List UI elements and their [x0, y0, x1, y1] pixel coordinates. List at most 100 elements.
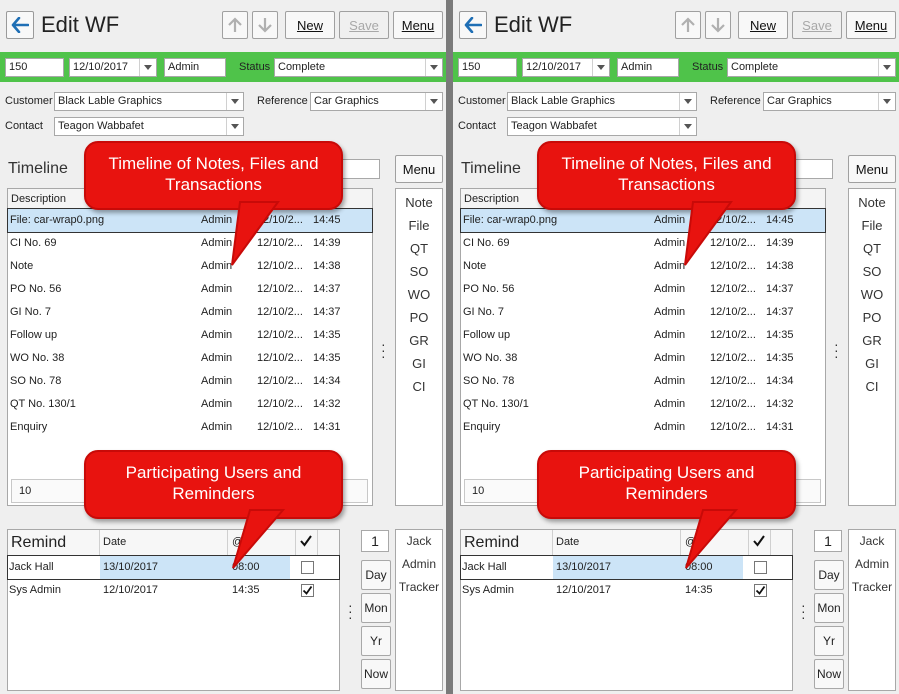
add-note-button[interactable]: Note [396, 195, 442, 210]
chevron-down-icon[interactable] [425, 93, 442, 110]
new-button[interactable]: New [285, 11, 335, 39]
table-row[interactable]: Jack Hall 13/10/2017 08:00 [7, 555, 340, 580]
chevron-down-icon[interactable] [878, 59, 895, 76]
add-qt-button[interactable]: QT [396, 241, 442, 256]
date-field[interactable]: 12/10/2017 [69, 58, 157, 77]
chevron-down-icon[interactable] [226, 93, 243, 110]
add-gi-button[interactable]: GI [396, 356, 442, 371]
table-row[interactable]: Sys Admin 12/10/2017 14:35 [8, 579, 339, 602]
chevron-down-icon[interactable] [592, 59, 609, 76]
table-row[interactable]: WO No. 38 Admin 12/10/2... 14:35 [8, 347, 372, 370]
move-up-button[interactable] [222, 11, 248, 39]
reference-select[interactable]: Car Graphics [763, 92, 896, 111]
table-row[interactable]: WO No. 38 Admin 12/10/2... 14:35 [461, 347, 825, 370]
table-row[interactable]: GI No. 7 Admin 12/10/2... 14:37 [461, 301, 825, 324]
participant-item[interactable]: Tracker [849, 580, 895, 594]
table-row[interactable]: Enquiry Admin 12/10/2... 14:31 [8, 416, 372, 439]
table-row[interactable]: CI No. 69 Admin 12/10/2... 14:39 [461, 232, 825, 255]
user-field[interactable]: Admin [617, 58, 679, 77]
column-header-description[interactable]: Description [11, 193, 66, 205]
back-button[interactable] [6, 11, 34, 39]
contact-select[interactable]: Teagon Wabbafet [54, 117, 244, 136]
reference-select[interactable]: Car Graphics [310, 92, 443, 111]
timeline-menu-button[interactable]: Menu [395, 155, 443, 183]
table-row[interactable]: Jack Hall 13/10/2017 08:00 [460, 555, 793, 580]
participant-item[interactable]: Jack [396, 534, 442, 548]
table-row[interactable]: Enquiry Admin 12/10/2... 14:31 [461, 416, 825, 439]
column-header-date[interactable]: Date [103, 536, 126, 548]
add-file-button[interactable]: File [849, 218, 895, 233]
yr-button[interactable]: Yr [814, 626, 844, 656]
reminder-counter[interactable]: 1 [361, 530, 389, 552]
table-row[interactable]: GI No. 7 Admin 12/10/2... 14:37 [8, 301, 372, 324]
add-so-button[interactable]: SO [849, 264, 895, 279]
participant-item[interactable]: Tracker [396, 580, 442, 594]
add-note-button[interactable]: Note [849, 195, 895, 210]
date-field[interactable]: 12/10/2017 [522, 58, 610, 77]
add-gr-button[interactable]: GR [849, 333, 895, 348]
status-select[interactable]: Complete [274, 58, 443, 77]
timeline-menu-button[interactable]: Menu [848, 155, 896, 183]
table-row[interactable]: Follow up Admin 12/10/2... 14:35 [8, 324, 372, 347]
day-button[interactable]: Day [814, 560, 844, 590]
move-up-button[interactable] [675, 11, 701, 39]
participant-item[interactable]: Jack [849, 534, 895, 548]
add-wo-button[interactable]: WO [396, 287, 442, 302]
table-row[interactable]: QT No. 130/1 Admin 12/10/2... 14:32 [461, 393, 825, 416]
table-row[interactable]: Follow up Admin 12/10/2... 14:35 [461, 324, 825, 347]
chevron-down-icon[interactable] [679, 93, 696, 110]
column-header-description[interactable]: Description [464, 193, 519, 205]
save-button[interactable]: Save [339, 11, 389, 39]
mon-button[interactable]: Mon [814, 593, 844, 623]
table-row[interactable]: Note Admin 12/10/2... 14:38 [461, 255, 825, 278]
add-po-button[interactable]: PO [849, 310, 895, 325]
new-button[interactable]: New [738, 11, 788, 39]
add-ci-button[interactable]: CI [396, 379, 442, 394]
add-file-button[interactable]: File [396, 218, 442, 233]
add-qt-button[interactable]: QT [849, 241, 895, 256]
add-gi-button[interactable]: GI [849, 356, 895, 371]
reminder-checkbox[interactable] [754, 561, 767, 574]
table-row[interactable]: PO No. 56 Admin 12/10/2... 14:37 [461, 278, 825, 301]
now-button[interactable]: Now [814, 659, 844, 689]
table-row[interactable]: SO No. 78 Admin 12/10/2... 14:34 [461, 370, 825, 393]
chevron-down-icon[interactable] [679, 118, 696, 135]
column-header-date[interactable]: Date [556, 536, 579, 548]
contact-select[interactable]: Teagon Wabbafet [507, 117, 697, 136]
add-po-button[interactable]: PO [396, 310, 442, 325]
move-down-button[interactable] [252, 11, 278, 39]
chevron-down-icon[interactable] [878, 93, 895, 110]
menu-button[interactable]: Menu [846, 11, 896, 39]
day-button[interactable]: Day [361, 560, 391, 590]
table-row[interactable]: PO No. 56 Admin 12/10/2... 14:37 [8, 278, 372, 301]
back-button[interactable] [459, 11, 487, 39]
reminder-checkbox[interactable] [301, 584, 314, 597]
menu-button[interactable]: Menu [393, 11, 443, 39]
add-so-button[interactable]: SO [396, 264, 442, 279]
user-field[interactable]: Admin [164, 58, 226, 77]
table-row[interactable]: SO No. 78 Admin 12/10/2... 14:34 [8, 370, 372, 393]
table-row[interactable]: File: car-wrap0.png Admin 12/10/2... 14:45 [7, 208, 373, 233]
status-select[interactable]: Complete [727, 58, 896, 77]
reminder-counter[interactable]: 1 [814, 530, 842, 552]
now-button[interactable]: Now [361, 659, 391, 689]
customer-select[interactable]: Black Lable Graphics [54, 92, 244, 111]
add-ci-button[interactable]: CI [849, 379, 895, 394]
table-row[interactable]: File: car-wrap0.png Admin 12/10/2... 14:45 [460, 208, 826, 233]
splitter-handle-icon[interactable]: · · · [801, 598, 806, 624]
splitter-handle-icon[interactable]: · · · [834, 337, 839, 363]
chevron-down-icon[interactable] [226, 118, 243, 135]
reminder-checkbox[interactable] [754, 584, 767, 597]
table-row[interactable]: CI No. 69 Admin 12/10/2... 14:39 [8, 232, 372, 255]
reminder-checkbox[interactable] [301, 561, 314, 574]
chevron-down-icon[interactable] [139, 59, 156, 76]
customer-select[interactable]: Black Lable Graphics [507, 92, 697, 111]
splitter-handle-icon[interactable]: · · · [381, 337, 386, 363]
chevron-down-icon[interactable] [425, 59, 442, 76]
table-row[interactable]: Note Admin 12/10/2... 14:38 [8, 255, 372, 278]
add-wo-button[interactable]: WO [849, 287, 895, 302]
participant-item[interactable]: Admin [849, 557, 895, 571]
mon-button[interactable]: Mon [361, 593, 391, 623]
add-gr-button[interactable]: GR [396, 333, 442, 348]
save-button[interactable]: Save [792, 11, 842, 39]
